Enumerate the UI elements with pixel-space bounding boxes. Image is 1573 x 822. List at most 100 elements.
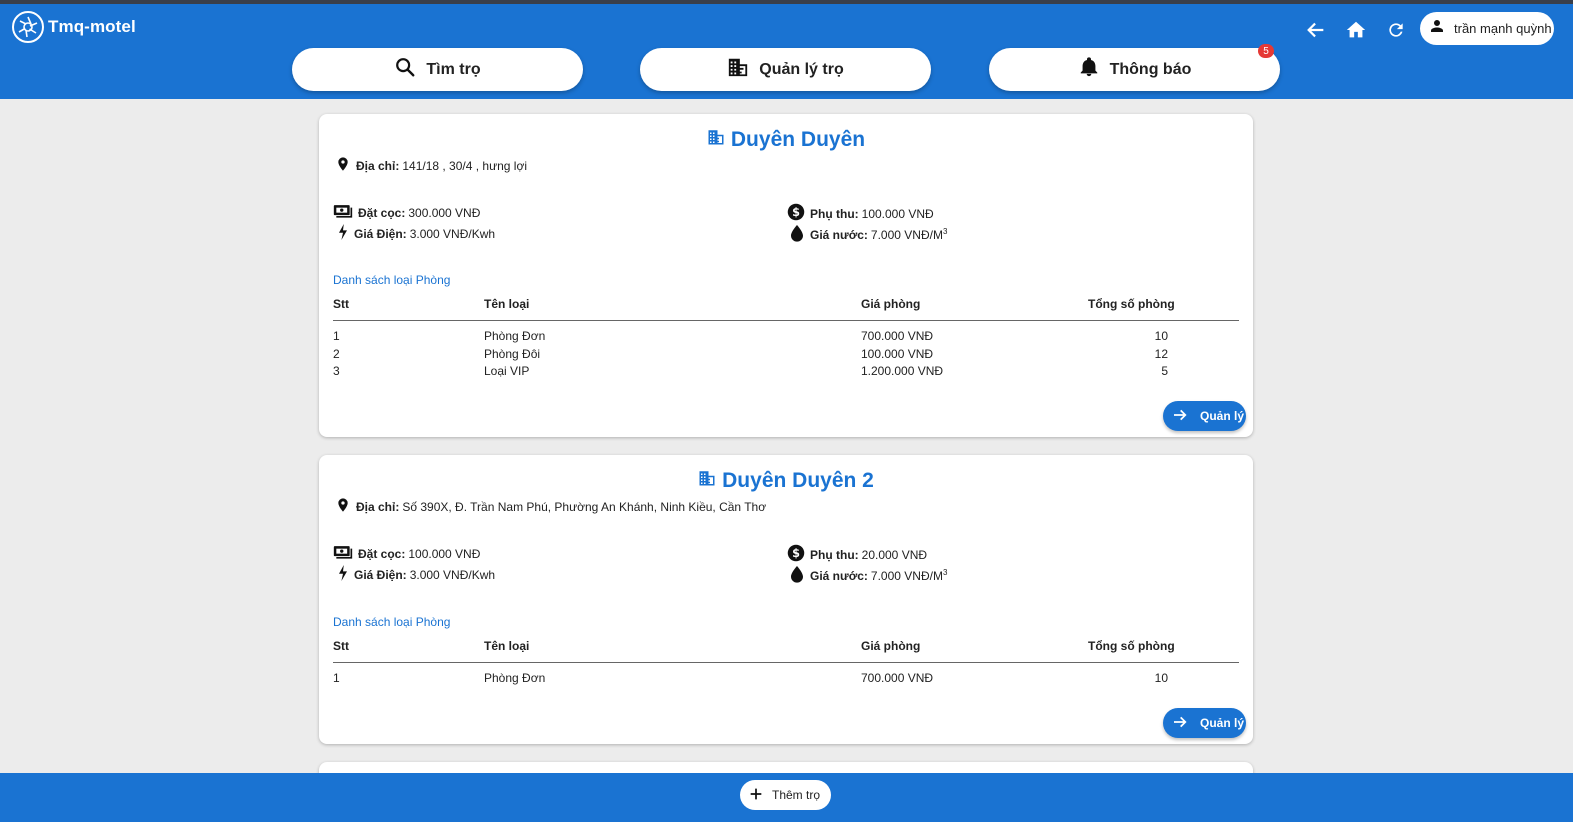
table-row: 1 Phòng Đơn 700.000 VNĐ 10	[333, 671, 1239, 689]
person-icon	[1428, 17, 1446, 40]
location-pin-icon	[335, 155, 351, 176]
surcharge-row: $ Phụ thu: 20.000 VNĐ	[787, 544, 927, 565]
col-type: Tên loại	[484, 639, 530, 653]
surcharge-label: Phụ thu:	[810, 547, 859, 562]
address-value: Số 390X, Đ. Trần Nam Phú, Phường An Khán…	[402, 499, 767, 514]
col-price: Giá phòng	[861, 639, 921, 653]
surcharge-value: 20.000 VNĐ	[861, 547, 928, 562]
deposit-label: Đặt cọc:	[358, 546, 406, 561]
row-count: 10	[1154, 671, 1168, 685]
water-unit-sup: 3	[942, 227, 948, 236]
svg-text:$: $	[792, 206, 800, 219]
surcharge-row: $ Phụ thu: 100.000 VNĐ	[787, 203, 934, 224]
app-header: Tmq-motel Tìm trọ Quản lý trọ Thông báo …	[0, 4, 1573, 99]
motel-card: Duyên Duyên Địa chỉ: 141/18 , 30/4 , hưn…	[319, 114, 1253, 437]
address-row: Địa chỉ: Số 390X, Đ. Trần Nam Phú, Phườn…	[335, 496, 766, 517]
aperture-logo-icon	[12, 11, 44, 43]
app-title: Tmq-motel	[48, 17, 136, 36]
motel-name: Duyên Duyên 2	[722, 469, 874, 492]
row-type: Phòng Đơn	[484, 329, 546, 343]
water-drop-icon	[789, 565, 805, 586]
arrow-right-icon	[1172, 407, 1188, 426]
water-label: Giá nước:	[810, 568, 868, 583]
row-count: 5	[1161, 364, 1168, 378]
notification-count-badge: 5	[1258, 44, 1274, 58]
app-logo[interactable]: Tmq-motel	[12, 11, 136, 43]
motel-title: Duyên Duyên 2	[319, 469, 1253, 493]
table-header: Stt Tên loại Giá phòng Tổng số phòng	[333, 297, 1239, 321]
deposit-value: 100.000 VNĐ	[408, 546, 481, 561]
col-price: Giá phòng	[861, 297, 921, 311]
notifications-button[interactable]: Thông báo 5	[989, 44, 1280, 91]
water-value: 7.000 VNĐ/M3	[871, 227, 947, 242]
dollar-circle-icon: $	[787, 544, 805, 565]
dollar-circle-icon: $	[787, 203, 805, 224]
water-value: 7.000 VNĐ/M3	[871, 568, 947, 583]
room-type-table: Stt Tên loại Giá phòng Tổng số phòng 1 P…	[333, 639, 1239, 689]
address-row: Địa chỉ: 141/18 , 30/4 , hưng lợi	[335, 155, 527, 176]
lightning-icon	[337, 565, 349, 584]
manage-motel-button[interactable]: Quản lý trọ	[640, 48, 931, 91]
refresh-icon[interactable]	[1383, 17, 1409, 43]
building-icon	[698, 469, 716, 493]
money-icon	[333, 203, 353, 222]
row-price: 1.200.000 VNĐ	[861, 364, 944, 378]
row-count: 12	[1154, 346, 1168, 361]
col-stt: Stt	[333, 297, 349, 311]
motel-name: Duyên Duyên	[730, 128, 866, 151]
room-type-table: Stt Tên loại Giá phòng Tổng số phòng 1 P…	[333, 297, 1239, 382]
electric-row: Giá Điện: 3.000 VNĐ/Kwh	[337, 565, 495, 584]
deposit-value: 300.000 VNĐ	[408, 205, 481, 220]
electric-value: 3.000 VNĐ/Kwh	[409, 226, 496, 241]
building-icon	[727, 56, 749, 83]
row-stt: 1	[333, 329, 340, 343]
motel-card: Duyên Duyên 2 Địa chỉ: Số 390X, Đ. Trần …	[319, 455, 1253, 744]
table-header: Stt Tên loại Giá phòng Tổng số phòng	[333, 639, 1239, 663]
water-label: Giá nước:	[810, 227, 868, 242]
manage-button[interactable]: Quản lý	[1163, 401, 1246, 431]
manage-button[interactable]: Quản lý	[1163, 708, 1246, 738]
search-motel-button[interactable]: Tìm trọ	[292, 48, 583, 91]
deposit-label: Đặt cọc:	[358, 205, 406, 220]
money-icon	[333, 544, 353, 563]
svg-text:$: $	[792, 547, 800, 560]
table-row: 1 Phòng Đơn 700.000 VNĐ 10	[333, 329, 1239, 347]
water-drop-icon	[789, 224, 805, 245]
surcharge-value: 100.000 VNĐ	[861, 206, 934, 221]
water-price: 7.000 VNĐ/M	[870, 569, 943, 583]
add-motel-button[interactable]: Thêm trọ	[740, 780, 831, 810]
back-arrow-icon[interactable]	[1303, 17, 1329, 43]
manage-button-label: Quản lý	[1200, 716, 1245, 730]
notifications-label: Thông báo	[1109, 60, 1192, 78]
deposit-row: Đặt cọc: 100.000 VNĐ	[333, 544, 480, 563]
manage-button-label: Quản lý	[1200, 409, 1245, 423]
plus-icon	[748, 786, 764, 805]
manage-motel-label: Quản lý trọ	[759, 60, 844, 78]
row-type: Phòng Đơn	[484, 671, 546, 685]
address-value: 141/18 , 30/4 , hưng lợi	[402, 158, 527, 173]
motel-title: Duyên Duyên	[319, 128, 1253, 152]
user-menu-chip[interactable]: trần mạnh quỳnh	[1420, 12, 1554, 45]
water-row: Giá nước: 7.000 VNĐ/M3	[789, 224, 947, 245]
electric-row: Giá Điện: 3.000 VNĐ/Kwh	[337, 224, 495, 243]
building-icon	[707, 128, 725, 152]
water-row: Giá nước: 7.000 VNĐ/M3	[789, 565, 947, 586]
water-price: 7.000 VNĐ/M	[870, 228, 943, 242]
table-row: 2 Phòng Đôi 100.000 VNĐ 12	[333, 347, 1239, 365]
user-name: trần mạnh quỳnh	[1454, 21, 1552, 36]
row-stt: 3	[333, 364, 340, 378]
home-icon[interactable]	[1343, 17, 1369, 43]
location-pin-icon	[335, 496, 351, 517]
electric-label: Giá Điện:	[354, 226, 407, 241]
row-stt: 1	[333, 671, 340, 685]
arrow-right-icon	[1172, 714, 1188, 733]
deposit-row: Đặt cọc: 300.000 VNĐ	[333, 203, 480, 222]
search-icon	[394, 56, 416, 83]
address-label: Địa chỉ:	[356, 158, 400, 173]
row-count: 10	[1154, 329, 1168, 343]
add-motel-label: Thêm trọ	[772, 788, 821, 802]
lightning-icon	[337, 224, 349, 243]
row-price: 100.000 VNĐ	[861, 346, 934, 361]
col-count: Tổng số phòng	[1088, 639, 1175, 653]
electric-value: 3.000 VNĐ/Kwh	[409, 567, 496, 582]
